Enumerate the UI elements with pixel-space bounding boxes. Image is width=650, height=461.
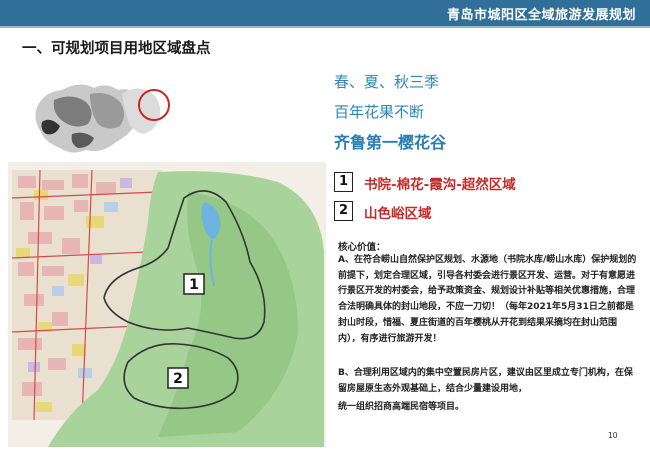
intro-line-1: 春、夏、秋三季	[334, 73, 440, 91]
header-stripe	[0, 26, 650, 28]
map-label-2: 2	[173, 371, 183, 387]
core-paragraph-b: B、合理利用区域内的集中空置民房片区，建议由区里成立专门机构，在保留房屋原生态外…	[338, 368, 633, 394]
overview-map	[35, 84, 170, 153]
planning-map: 1 2	[8, 162, 326, 447]
map-label-1: 1	[189, 277, 199, 293]
area-number-1: 1	[334, 172, 353, 192]
intro-headline: 齐鲁第一樱花谷	[334, 133, 447, 152]
core-value-title: 核心价值：	[338, 242, 386, 253]
area-label-2: 山色峪区域	[364, 206, 432, 222]
core-paragraph-b-continued: 统一组织招商高端民宿等项目。	[338, 402, 465, 412]
area-number-2: 2	[334, 201, 353, 221]
page-number: 10	[608, 431, 618, 440]
area-label-1: 书院-棉花-霞沟-超然区域	[364, 177, 516, 193]
intro-line-2: 百年花果不断	[334, 103, 425, 121]
header-bar: 青岛市城阳区全域旅游发展规划	[0, 0, 650, 26]
header-title: 青岛市城阳区全域旅游发展规划	[446, 8, 636, 23]
core-paragraph-a: A、在符合崂山自然保护区规划、水源地（书院水库/崂山水库）保护规划的前提下，划定…	[338, 255, 637, 344]
section-title: 一、可规划项目用地区域盘点	[22, 41, 211, 57]
